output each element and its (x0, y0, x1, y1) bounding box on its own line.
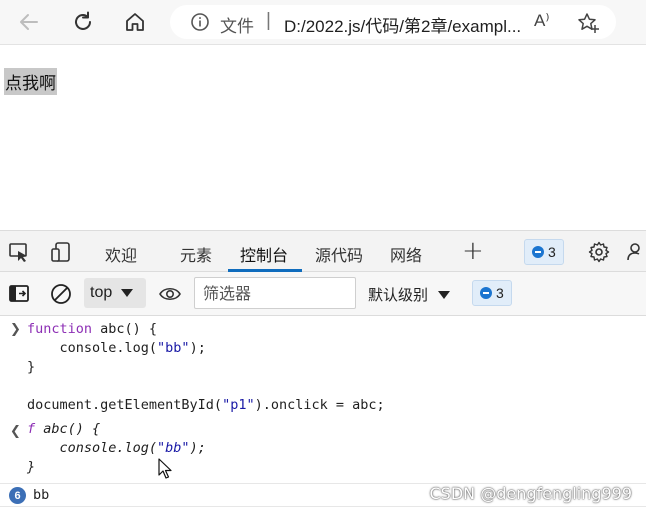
tab-elements[interactable]: 元素 (180, 242, 212, 266)
chevron-down-icon (438, 290, 451, 299)
input-chevron-icon: ❯ (10, 321, 21, 336)
log-level-dropdown[interactable]: 默认级别 (368, 284, 451, 305)
clear-console-icon[interactable] (50, 283, 72, 305)
message-bubble-icon (532, 246, 544, 258)
tab-welcome[interactable]: 欢迎 (105, 242, 137, 266)
show-sidebar-icon[interactable] (8, 283, 30, 305)
console-input-code: function abc() { console.log("bb"); } do… (27, 320, 385, 415)
inspect-element-icon[interactable] (8, 241, 30, 263)
mouse-cursor-icon (158, 458, 172, 479)
code-line: } (27, 459, 36, 475)
info-icon[interactable] (190, 12, 210, 32)
issues-count: 3 (548, 244, 556, 260)
repeat-count-badge: 6 (9, 487, 26, 504)
code-line: document.getElementById("p1").onclick = … (27, 397, 385, 413)
log-message-text: bb (33, 487, 50, 503)
read-aloud-icon[interactable]: A⁾ (534, 11, 550, 31)
issues-badge[interactable]: 3 (524, 239, 564, 265)
live-expression-eye-icon[interactable] (158, 283, 182, 305)
clickable-paragraph[interactable]: 点我啊 (4, 68, 57, 95)
address-bar[interactable]: 文件 | D:/2022.js/代码/第2章/exampl... A⁾ (170, 5, 616, 39)
page-viewport: 点我啊 (0, 46, 646, 230)
code-line: function abc() { (27, 321, 158, 337)
device-emulation-icon[interactable] (50, 241, 72, 263)
message-bubble-icon (480, 287, 492, 299)
result-chevron-icon: ❮ (10, 423, 21, 438)
tab-console[interactable]: 控制台 (240, 242, 288, 266)
more-tools-button[interactable]: + (462, 236, 484, 266)
chevron-down-icon (121, 289, 134, 297)
code-line: console.log("bb"); (27, 340, 206, 356)
devtools-tab-bar: 欢迎 元素 控制台 源代码 网络 + 3 (0, 230, 646, 272)
code-line: console.log("bb"); (27, 440, 206, 456)
back-arrow-icon[interactable] (16, 9, 42, 35)
csdn-watermark: CSDN @dengfengling999 (429, 484, 633, 503)
browser-toolbar: 文件 | D:/2022.js/代码/第2章/exampl... A⁾ (0, 0, 646, 45)
context-value: top (90, 284, 113, 301)
tab-sources[interactable]: 源代码 (315, 242, 363, 266)
console-toolbar: top 默认级别 3 (0, 272, 646, 316)
console-issues-badge[interactable]: 3 (472, 280, 512, 306)
code-line: f abc() { (27, 421, 101, 437)
tab-network[interactable]: 网络 (390, 242, 422, 266)
home-icon[interactable] (122, 9, 148, 35)
filter-input[interactable] (194, 277, 356, 309)
console-issues-count: 3 (496, 285, 504, 301)
settings-gear-icon[interactable] (588, 241, 610, 263)
refresh-icon[interactable] (70, 9, 96, 35)
add-favorite-icon[interactable] (576, 11, 600, 35)
customize-icon[interactable] (626, 241, 646, 263)
address-separator: | (266, 10, 271, 31)
code-line: } (27, 359, 36, 375)
context-selector[interactable]: top (84, 278, 146, 308)
address-scheme: 文件 (220, 17, 254, 36)
address-url[interactable]: D:/2022.js/代码/第2章/exampl... (284, 12, 521, 37)
console-result-code[interactable]: f abc() { console.log("bb"); } (27, 420, 206, 477)
log-level-value: 默认级别 (368, 286, 429, 304)
